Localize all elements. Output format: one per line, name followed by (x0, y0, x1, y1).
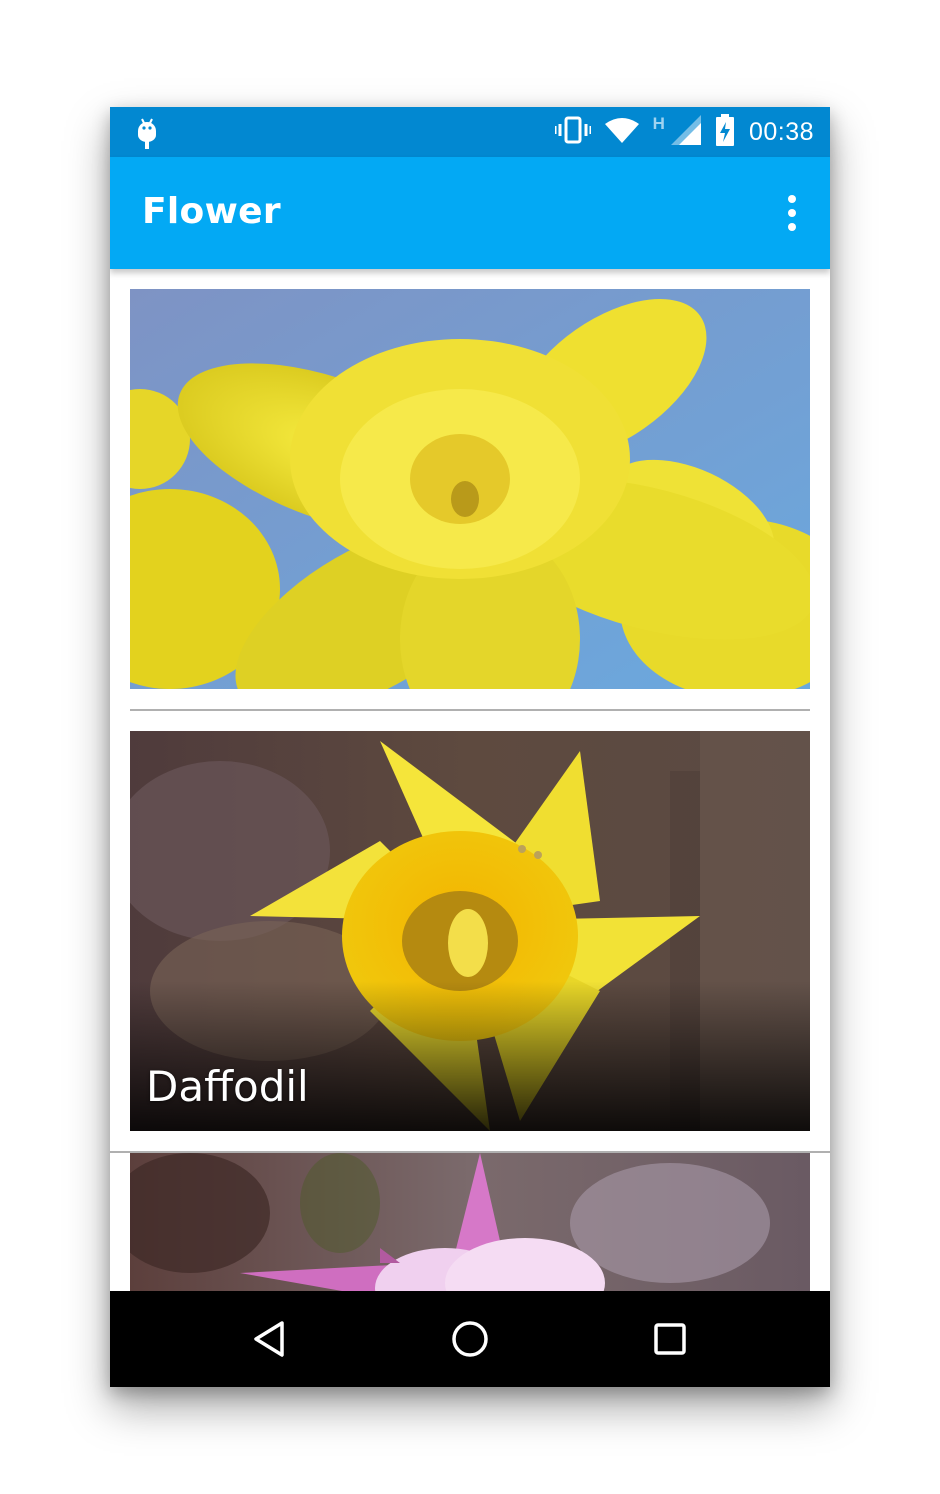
more-vert-icon[interactable] (786, 195, 798, 231)
vibrate-icon (554, 116, 592, 149)
flower-image (130, 1153, 810, 1291)
flower-card[interactable] (130, 289, 810, 689)
app-bar: Flower (110, 157, 830, 269)
navigation-bar (110, 1291, 830, 1387)
list-divider (130, 709, 810, 711)
status-time: 00:38 (748, 117, 814, 146)
flower-card[interactable]: Daffodil (130, 731, 810, 1131)
phone-screen: H 00:38 Flower Daffodil (110, 107, 830, 1387)
back-icon[interactable] (244, 1313, 296, 1365)
home-icon[interactable] (444, 1313, 496, 1365)
battery-charging-icon (715, 113, 735, 151)
flower-list[interactable]: Daffodil (110, 269, 830, 1291)
android-debug-icon (134, 117, 160, 149)
flower-caption: Daffodil (146, 1062, 309, 1111)
status-bar: H 00:38 (110, 107, 830, 157)
recents-icon[interactable] (644, 1313, 696, 1365)
network-type-label: H (652, 114, 665, 133)
cell-signal-icon (670, 114, 701, 150)
wifi-icon (604, 117, 639, 148)
app-title: Flower (142, 191, 281, 232)
flower-card[interactable] (130, 1153, 810, 1291)
flower-image (130, 289, 810, 689)
